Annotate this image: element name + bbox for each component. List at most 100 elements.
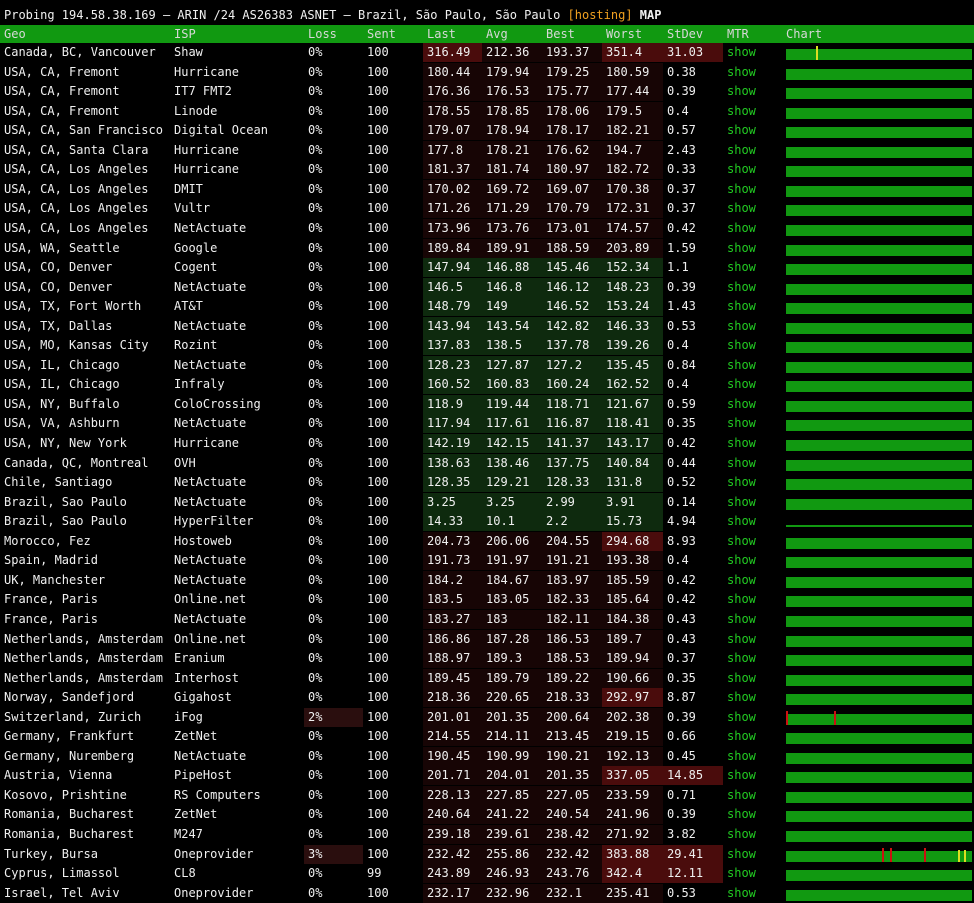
- mtr-show-link[interactable]: show: [723, 199, 783, 218]
- latency-sparkline: [786, 107, 972, 119]
- table-row: Cyprus, Limassol CL8 0% 99 243.89 246.93 243.7…: [0, 864, 974, 884]
- mtr-show-link[interactable]: show: [723, 82, 783, 101]
- table-row: Romania, Bucharest ZetNet 0% 100 240.64 241.2…: [0, 805, 974, 825]
- isp-cell: NetActuate: [174, 611, 247, 626]
- mtr-show-link[interactable]: show: [723, 786, 783, 805]
- avg-cell: 206.06: [482, 531, 542, 551]
- mtr-show-link[interactable]: show: [723, 493, 783, 512]
- stdev-cell: 0.39: [667, 709, 696, 724]
- mtr-show-link[interactable]: show: [723, 356, 783, 375]
- mtr-show-link[interactable]: show: [723, 414, 783, 433]
- mtr-show-link[interactable]: show: [723, 551, 783, 570]
- latency-sparkline: [786, 224, 972, 236]
- worst-cell: 219.15: [602, 727, 663, 747]
- mtr-show-link[interactable]: show: [723, 571, 783, 590]
- mtr-show-link[interactable]: show: [723, 141, 783, 160]
- stdev-cell: 14.85: [663, 766, 723, 786]
- mtr-show-link[interactable]: show: [723, 649, 783, 668]
- sent-cell: 99: [367, 866, 382, 881]
- mtr-show-link[interactable]: show: [723, 590, 783, 609]
- latency-sparkline: [786, 205, 972, 217]
- mtr-show-link[interactable]: show: [723, 434, 783, 453]
- avg-cell: 178.21: [482, 140, 542, 160]
- mtr-show-link[interactable]: show: [723, 727, 783, 746]
- mtr-show-link[interactable]: show: [723, 669, 783, 688]
- table-row: Austria, Vienna PipeHost 0% 100 201.71 204.01…: [0, 766, 974, 786]
- mtr-show-link[interactable]: show: [723, 825, 783, 844]
- worst-cell: 182.21: [602, 121, 663, 141]
- mtr-show-link[interactable]: show: [723, 239, 783, 258]
- mtr-show-link[interactable]: show: [723, 708, 783, 727]
- latency-sparkline: [786, 146, 972, 158]
- mtr-show-link[interactable]: show: [723, 180, 783, 199]
- mtr-show-link[interactable]: show: [723, 532, 783, 551]
- loss-cell: 0%: [308, 611, 323, 626]
- map-link[interactable]: MAP: [640, 8, 662, 22]
- last-cell: 143.94: [423, 316, 482, 336]
- mtr-show-link[interactable]: show: [723, 43, 783, 62]
- mtr-show-link[interactable]: show: [723, 317, 783, 336]
- table-row: Canada, BC, Vancouver Shaw 0% 100 316.49 212.…: [0, 43, 974, 62]
- avg-cell: 255.86: [482, 844, 542, 864]
- worst-cell: 179.5: [602, 101, 663, 121]
- mtr-show-link[interactable]: show: [723, 395, 783, 414]
- latency-sparkline: [786, 811, 972, 823]
- last-cell: 147.94: [423, 258, 482, 278]
- last-cell: 177.8: [423, 140, 482, 160]
- avg-cell: 160.83: [482, 375, 542, 395]
- sparkline-bar: [786, 791, 972, 803]
- mtr-show-link[interactable]: show: [723, 278, 783, 297]
- mtr-show-link[interactable]: show: [723, 512, 783, 531]
- mtr-show-link[interactable]: show: [723, 747, 783, 766]
- mtr-show-link[interactable]: show: [723, 884, 783, 903]
- last-cell: 180.44: [423, 62, 482, 82]
- isp-cell: NetActuate: [174, 475, 247, 490]
- geo-cell: Brazil, Sao Paulo: [4, 494, 127, 509]
- table-row: USA, CA, Los Angeles Vultr 0% 100 171.26 171.…: [0, 199, 974, 219]
- stdev-cell: 29.41: [663, 844, 723, 864]
- isp-cell: IT7 FMT2: [174, 84, 232, 99]
- mtr-show-link[interactable]: show: [723, 630, 783, 649]
- mtr-show-link[interactable]: show: [723, 845, 783, 864]
- geo-cell: Kosovo, Prishtine: [4, 787, 127, 802]
- mtr-show-link[interactable]: show: [723, 160, 783, 179]
- last-cell: 232.42: [423, 844, 482, 864]
- avg-cell: 146.88: [482, 258, 542, 278]
- isp-cell: NetActuate: [174, 748, 247, 763]
- isp-cell: CL8: [174, 866, 196, 881]
- best-cell: 173.01: [542, 218, 602, 238]
- table-row: Spain, Madrid NetActuate 0% 100 191.73 191.97…: [0, 551, 974, 571]
- last-cell: 138.63: [423, 453, 482, 473]
- mtr-show-link[interactable]: show: [723, 805, 783, 824]
- mtr-show-link[interactable]: show: [723, 336, 783, 355]
- worst-cell: 152.34: [602, 258, 663, 278]
- mtr-show-link[interactable]: show: [723, 297, 783, 316]
- latency-sparkline: [786, 525, 972, 528]
- mtr-show-link[interactable]: show: [723, 610, 783, 629]
- worst-cell: 180.59: [602, 62, 663, 82]
- mtr-show-link[interactable]: show: [723, 102, 783, 121]
- sparkline-bar: [786, 49, 972, 60]
- last-cell: 142.19: [423, 434, 482, 453]
- mtr-show-link[interactable]: show: [723, 454, 783, 473]
- last-cell: 171.26: [423, 199, 482, 219]
- loss-cell: 0%: [308, 866, 323, 881]
- geo-cell: Switzerland, Zurich: [4, 709, 142, 724]
- best-cell: 204.55: [542, 531, 602, 551]
- mtr-show-link[interactable]: show: [723, 688, 783, 707]
- mtr-show-link[interactable]: show: [723, 258, 783, 277]
- mtr-show-link[interactable]: show: [723, 473, 783, 492]
- worst-cell: 233.59: [602, 785, 663, 805]
- mtr-show-link[interactable]: show: [723, 766, 783, 785]
- latency-sparkline: [786, 576, 972, 588]
- mtr-show-link[interactable]: show: [723, 864, 783, 883]
- mtr-show-link[interactable]: show: [723, 219, 783, 238]
- best-cell: 169.07: [542, 179, 602, 199]
- best-cell: 232.42: [542, 844, 602, 864]
- mtr-show-link[interactable]: show: [723, 121, 783, 140]
- stdev-cell: 3.82: [667, 827, 696, 841]
- loss-cell: 0%: [308, 142, 323, 157]
- mtr-show-link[interactable]: show: [723, 375, 783, 394]
- mtr-show-link[interactable]: show: [723, 63, 783, 82]
- geo-cell: Spain, Madrid: [4, 553, 98, 568]
